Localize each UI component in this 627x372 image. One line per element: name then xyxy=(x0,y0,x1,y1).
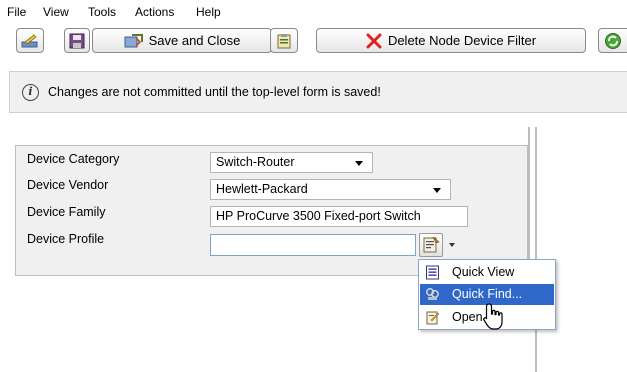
info-icon: i xyxy=(22,84,39,101)
refresh-button[interactable] xyxy=(598,28,627,53)
delete-x-icon xyxy=(366,33,382,48)
device-vendor-value: Hewlett-Packard xyxy=(216,182,308,196)
save-and-close-label: Save and Close xyxy=(148,33,241,48)
device-category-select[interactable]: Switch-Router xyxy=(210,152,373,173)
device-vendor-select[interactable]: Hewlett-Packard xyxy=(210,179,451,200)
chevron-down-icon xyxy=(355,161,363,166)
device-family-field[interactable]: HP ProCurve 3500 Fixed-port Switch xyxy=(210,206,468,227)
info-banner: i Changes are not committed until the to… xyxy=(9,71,627,113)
form-action-button[interactable] xyxy=(270,28,298,53)
open-label: Open xyxy=(452,310,483,324)
edit-button[interactable] xyxy=(16,28,44,53)
device-category-value: Switch-Router xyxy=(216,155,295,169)
quick-view-label: Quick View xyxy=(452,265,515,279)
menu-view[interactable]: View xyxy=(43,5,69,19)
device-profile-input[interactable] xyxy=(210,234,416,256)
device-family-value: HP ProCurve 3500 Fixed-port Switch xyxy=(216,209,421,223)
device-vendor-label: Device Vendor xyxy=(27,178,109,192)
open-icon xyxy=(426,311,440,325)
hand-cursor-icon xyxy=(483,303,503,330)
chevron-down-icon xyxy=(433,188,441,193)
device-profile-label: Device Profile xyxy=(27,232,105,246)
floppy-disk-icon xyxy=(69,33,85,48)
device-family-label: Device Family xyxy=(27,205,106,219)
lookup-button[interactable] xyxy=(419,233,443,257)
quick-find-icon xyxy=(426,288,439,300)
device-category-label: Device Category xyxy=(27,152,120,166)
edit-pencil-icon xyxy=(21,33,38,47)
toolbar: Save and Close Delete Node Device Filter xyxy=(0,22,627,60)
delete-filter-label: Delete Node Device Filter xyxy=(387,33,537,48)
quick-view-icon xyxy=(426,265,439,280)
save-button[interactable] xyxy=(64,28,90,53)
lookup-dropdown-arrow-icon[interactable] xyxy=(449,243,455,247)
quick-find-label: Quick Find... xyxy=(452,287,523,301)
save-and-close-button[interactable]: Save and Close xyxy=(92,28,272,53)
menu-help[interactable]: Help xyxy=(196,5,221,19)
menu-file[interactable]: File xyxy=(7,5,26,19)
refresh-icon xyxy=(605,32,621,49)
save-close-icon xyxy=(124,33,143,47)
clipboard-icon xyxy=(277,33,291,48)
splitter-handle[interactable] xyxy=(535,127,537,372)
menu-actions[interactable]: Actions xyxy=(135,5,174,19)
menu-tools[interactable]: Tools xyxy=(88,5,116,19)
info-message: Changes are not committed until the top-… xyxy=(48,85,381,99)
menu-item-quick-view[interactable]: Quick View xyxy=(420,262,554,283)
menu-bar: File View Tools Actions Help xyxy=(0,0,627,22)
splitter-line xyxy=(528,127,530,276)
delete-node-device-filter-button[interactable]: Delete Node Device Filter xyxy=(316,28,586,53)
lookup-icon xyxy=(423,236,440,253)
